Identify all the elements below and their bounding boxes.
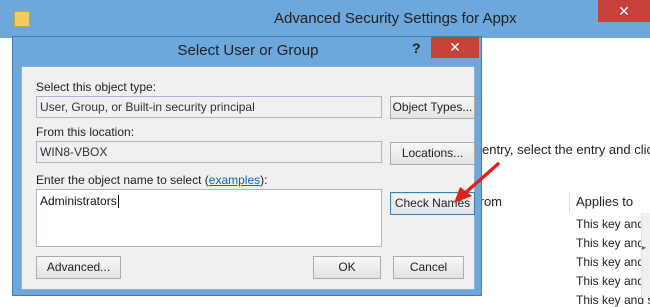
- advanced-button[interactable]: Advanced...: [36, 256, 121, 279]
- object-name-label: Enter the object name to select (example…: [36, 173, 267, 187]
- object-name-label-text: Enter the object name to select (: [36, 173, 209, 187]
- help-button[interactable]: ?: [412, 40, 421, 56]
- table-row[interactable]: This key and s: [576, 217, 650, 231]
- location-label: From this location:: [36, 125, 135, 139]
- folder-icon: [14, 11, 30, 27]
- table-row[interactable]: This key and s: [576, 255, 650, 269]
- background-instruction-text: entry, select the entry and click E: [482, 142, 650, 157]
- cancel-button[interactable]: Cancel: [393, 256, 464, 279]
- object-type-field: User, Group, or Built-in security princi…: [36, 96, 382, 118]
- object-type-label: Select this object type:: [36, 80, 157, 94]
- table-row[interactable]: This key and s: [576, 293, 650, 307]
- object-name-input[interactable]: Administrators: [36, 189, 382, 247]
- ok-button[interactable]: OK: [313, 256, 381, 279]
- location-field: WIN8-VBOX: [36, 141, 382, 163]
- vertical-scrollbar[interactable]: ▸: [641, 213, 650, 298]
- object-name-value: Administrators: [40, 194, 117, 208]
- select-user-dialog: Select User or Group ? ✕ Select this obj…: [12, 36, 482, 296]
- dialog-body: Select this object type: User, Group, or…: [21, 66, 475, 290]
- table-row[interactable]: This key and s: [576, 236, 650, 250]
- background-close-button[interactable]: ✕: [598, 0, 650, 22]
- column-header-applies-to[interactable]: Applies to: [570, 191, 650, 213]
- object-name-label-suffix: ):: [260, 173, 268, 187]
- scroll-arrow-icon[interactable]: ▸: [642, 243, 646, 252]
- background-window-title: Advanced Security Settings for Appx: [274, 10, 517, 27]
- object-types-button[interactable]: Object Types...: [390, 96, 475, 119]
- dialog-close-button[interactable]: ✕: [431, 37, 479, 58]
- table-row[interactable]: This key and s: [576, 274, 650, 288]
- background-titlebar: Advanced Security Settings for Appx ✕: [0, 0, 650, 38]
- text-caret: [117, 195, 119, 209]
- annotation-arrow-icon: [454, 162, 500, 203]
- examples-link[interactable]: examples: [209, 173, 260, 187]
